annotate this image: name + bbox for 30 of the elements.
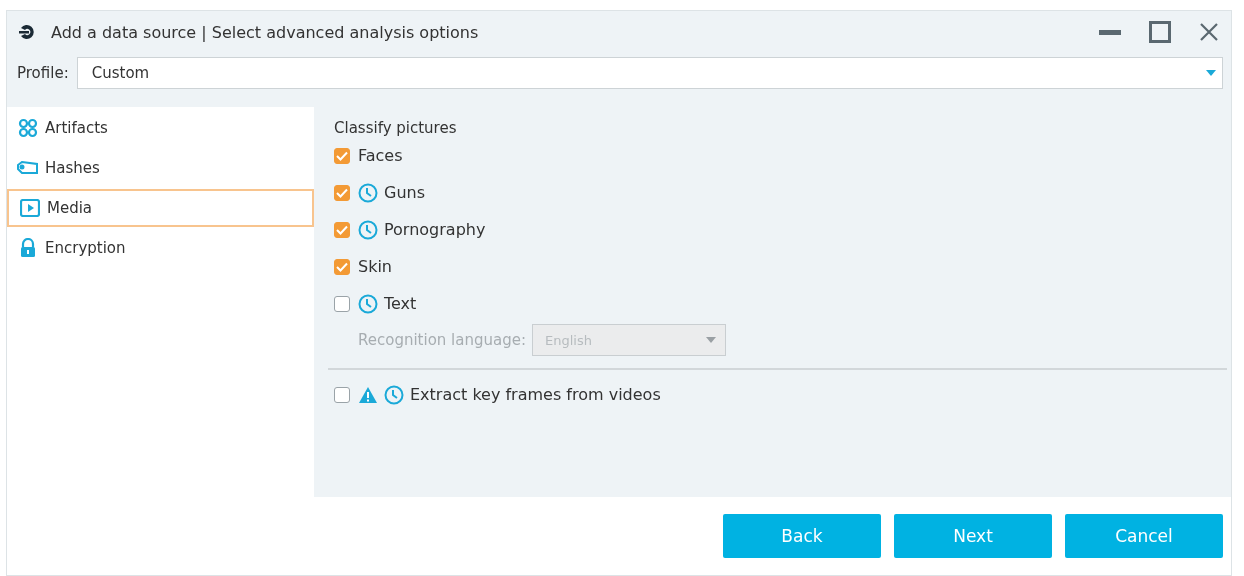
- sidebar-item[interactable]: Hashes: [7, 149, 314, 187]
- checkbox[interactable]: [334, 295, 350, 312]
- app-logo-icon: [19, 24, 37, 40]
- option-label: Skin: [358, 257, 392, 276]
- option-label: Extract key frames from videos: [410, 385, 661, 404]
- language-label: Recognition language:: [358, 331, 526, 349]
- media-icon: [20, 199, 40, 217]
- caret-icon: [705, 336, 717, 344]
- checkbox[interactable]: [334, 258, 350, 275]
- sidebar-item[interactable]: Artifacts: [7, 109, 314, 147]
- sidebar-item[interactable]: Encryption: [7, 229, 314, 267]
- close-icon[interactable]: [1199, 22, 1219, 42]
- artifacts-icon: [18, 118, 38, 138]
- option-label: Faces: [358, 146, 403, 165]
- window-title: Add a data source | Select advanced analysis options: [51, 22, 480, 42]
- checkbox[interactable]: [334, 386, 350, 403]
- section-title: Classify pictures: [333, 118, 458, 137]
- profile-label: Profile:: [17, 64, 69, 82]
- minimize-icon[interactable]: [1099, 29, 1121, 35]
- profile-dropdown[interactable]: Custom: [76, 57, 1223, 89]
- option-label: Pornography: [384, 220, 486, 239]
- checkbox[interactable]: [334, 147, 350, 164]
- lock-icon: [19, 238, 37, 258]
- checkbox[interactable]: [334, 221, 350, 238]
- option-label: Guns: [384, 183, 425, 202]
- tag-icon: [17, 161, 39, 175]
- sidebar-item[interactable]: Media: [7, 189, 314, 227]
- checkbox[interactable]: [334, 184, 350, 201]
- option-label: Text: [384, 294, 417, 313]
- maximize-icon[interactable]: [1149, 21, 1171, 43]
